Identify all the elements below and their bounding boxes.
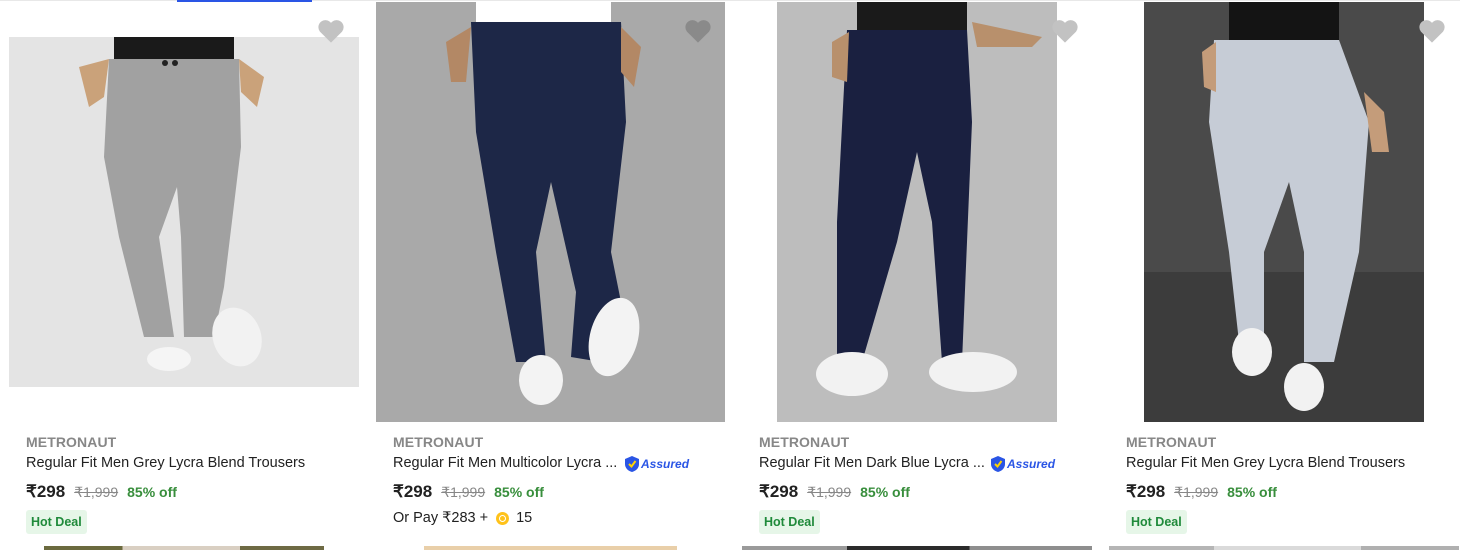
product-title[interactable]: Regular Fit Men Grey Lycra Blend Trouser… bbox=[1126, 455, 1405, 471]
product-card[interactable]: METRONAUT Regular Fit Men Grey Lycra Ble… bbox=[0, 0, 366, 550]
wishlist-heart-icon[interactable] bbox=[684, 18, 712, 44]
next-row-image-peek bbox=[1109, 546, 1459, 550]
original-price: ₹1,999 bbox=[441, 484, 486, 500]
next-row-image-peek bbox=[44, 546, 324, 550]
selling-price: ₹298 bbox=[26, 482, 66, 501]
product-title[interactable]: Regular Fit Men Multicolor Lycra ... bbox=[393, 455, 617, 471]
product-image[interactable] bbox=[1144, 2, 1424, 422]
supercoin-offer: Or Pay ₹283 + 15 bbox=[393, 510, 532, 526]
assured-label: Assured bbox=[1007, 457, 1056, 471]
product-brand: METRONAUT bbox=[393, 434, 484, 450]
assured-badge: Assured bbox=[990, 455, 1055, 473]
product-image[interactable] bbox=[777, 2, 1057, 422]
product-card[interactable]: METRONAUT Regular Fit Men Grey Lycra Ble… bbox=[1100, 0, 1460, 550]
price-row: ₹298 ₹1,999 85% off bbox=[393, 482, 544, 502]
pay-with-coins-text: Or Pay ₹283 + bbox=[393, 510, 489, 526]
price-row: ₹298 ₹1,999 85% off bbox=[1126, 482, 1277, 502]
wishlist-heart-icon[interactable] bbox=[317, 18, 345, 44]
product-image[interactable] bbox=[9, 37, 359, 387]
discount-label: 85% off bbox=[1227, 484, 1277, 500]
discount-label: 85% off bbox=[860, 484, 910, 500]
trousers-photo bbox=[777, 2, 1057, 422]
coin-count: 15 bbox=[516, 510, 533, 526]
trousers-photo bbox=[376, 2, 725, 422]
hot-deal-badge: Hot Deal bbox=[759, 510, 820, 534]
price-row: ₹298 ₹1,999 85% off bbox=[26, 482, 177, 502]
selling-price: ₹298 bbox=[759, 482, 799, 501]
product-image[interactable] bbox=[376, 2, 725, 422]
discount-label: 85% off bbox=[127, 484, 177, 500]
assured-label: Assured bbox=[641, 457, 690, 471]
supercoin-icon bbox=[496, 511, 510, 525]
assured-shield-icon bbox=[991, 456, 1005, 472]
product-brand: METRONAUT bbox=[1126, 434, 1217, 450]
trousers-photo bbox=[1144, 2, 1424, 422]
product-card[interactable]: METRONAUT Regular Fit Men Dark Blue Lycr… bbox=[733, 0, 1099, 550]
next-row-image-peek bbox=[742, 546, 1092, 550]
price-row: ₹298 ₹1,999 85% off bbox=[759, 482, 910, 502]
next-row-image-peek bbox=[424, 546, 677, 550]
product-brand: METRONAUT bbox=[759, 434, 850, 450]
wishlist-heart-icon[interactable] bbox=[1418, 18, 1446, 44]
product-title[interactable]: Regular Fit Men Grey Lycra Blend Trouser… bbox=[26, 455, 305, 471]
original-price: ₹1,999 bbox=[1174, 484, 1219, 500]
trousers-photo bbox=[9, 37, 359, 387]
selling-price: ₹298 bbox=[393, 482, 433, 501]
original-price: ₹1,999 bbox=[807, 484, 852, 500]
product-title[interactable]: Regular Fit Men Dark Blue Lycra ... bbox=[759, 455, 985, 471]
assured-badge: Assured bbox=[624, 455, 689, 473]
hot-deal-badge: Hot Deal bbox=[26, 510, 87, 534]
assured-shield-icon bbox=[625, 456, 639, 472]
product-card[interactable]: METRONAUT Regular Fit Men Multicolor Lyc… bbox=[367, 0, 733, 550]
discount-label: 85% off bbox=[494, 484, 544, 500]
hot-deal-badge: Hot Deal bbox=[1126, 510, 1187, 534]
original-price: ₹1,999 bbox=[74, 484, 119, 500]
product-brand: METRONAUT bbox=[26, 434, 117, 450]
selling-price: ₹298 bbox=[1126, 482, 1166, 501]
wishlist-heart-icon[interactable] bbox=[1051, 18, 1079, 44]
